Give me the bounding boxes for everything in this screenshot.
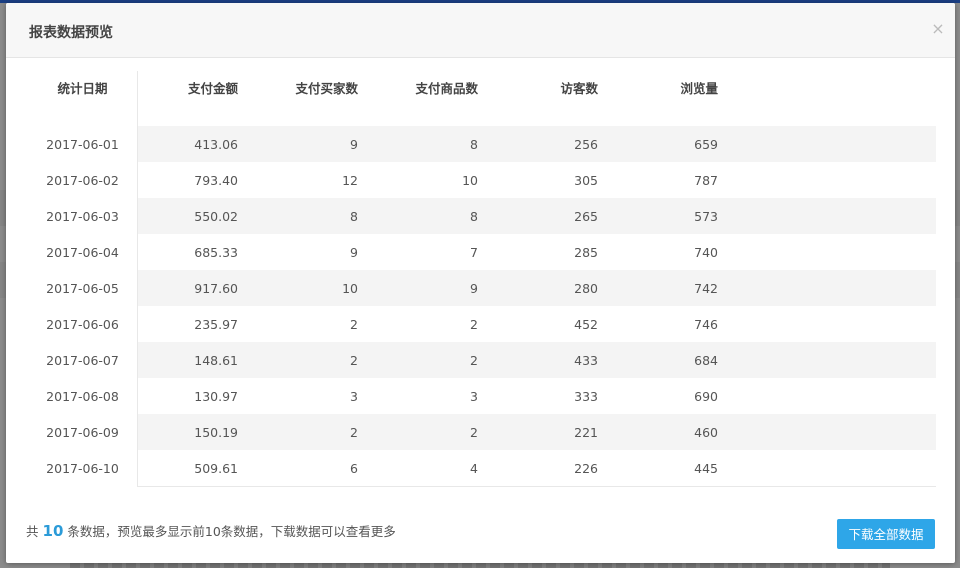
cell-buyers: 2 bbox=[350, 316, 358, 332]
table-row: 2017-06-07 148.61 2 2 433 684 bbox=[28, 342, 936, 378]
cell-date: 2017-06-02 bbox=[46, 172, 119, 188]
cell-payment-amount: 150.19 bbox=[137, 414, 238, 450]
cell-items: 7 bbox=[470, 244, 478, 260]
cell-filler bbox=[718, 450, 936, 487]
table-row: 2017-06-02 793.40 12 10 305 787 bbox=[28, 162, 936, 198]
footer-note: 共 10 条数据，预览最多显示前10条数据，下载数据可以查看更多 bbox=[26, 521, 396, 540]
cell-payment-amount: 509.61 bbox=[137, 450, 238, 487]
table-row: 2017-06-10 509.61 6 4 226 445 bbox=[28, 450, 936, 487]
cell-payment-amount: 917.60 bbox=[137, 270, 238, 306]
cell-payment-amount: 130.97 bbox=[137, 378, 238, 414]
cell-filler bbox=[718, 270, 936, 306]
cell-date: 2017-06-10 bbox=[46, 460, 119, 476]
report-table-container: 统计日期 支付金额 支付买家数 支付商品数 访客数 浏览量 2017-06-01… bbox=[28, 71, 936, 487]
download-all-button[interactable]: 下载全部数据 bbox=[837, 519, 935, 549]
header-visitors: 访客数 bbox=[560, 81, 598, 96]
cell-payment-amount: 148.61 bbox=[137, 342, 238, 378]
cell-filler bbox=[718, 234, 936, 270]
header-date: 统计日期 bbox=[57, 81, 108, 96]
cell-buyers: 10 bbox=[238, 270, 358, 306]
footer-suffix: 条数据，预览最多显示前10条数据，下载数据可以查看更多 bbox=[67, 524, 396, 539]
cell-items: 2 bbox=[470, 316, 478, 332]
table-header-row: 统计日期 支付金额 支付买家数 支付商品数 访客数 浏览量 bbox=[28, 71, 936, 126]
cell-pageviews: 690 bbox=[694, 388, 718, 404]
table-row: 2017-06-01 413.06 9 8 256 659 bbox=[28, 126, 936, 162]
table-row: 2017-06-09 150.19 2 2 221 460 bbox=[28, 414, 936, 450]
cell-pageviews: 787 bbox=[694, 172, 718, 188]
cell-buyers: 2 bbox=[238, 414, 358, 450]
cell-date: 2017-06-08 bbox=[46, 388, 119, 404]
cell-visitors: 452 bbox=[574, 316, 598, 332]
cell-items: 8 bbox=[358, 198, 478, 234]
cell-buyers: 2 bbox=[238, 342, 358, 378]
footer-prefix: 共 bbox=[26, 524, 39, 539]
cell-visitors: 280 bbox=[478, 270, 598, 306]
cell-visitors: 433 bbox=[478, 342, 598, 378]
cell-buyers: 9 bbox=[238, 126, 358, 162]
cell-visitors: 305 bbox=[574, 172, 598, 188]
cell-buyers: 12 bbox=[342, 172, 358, 188]
cell-filler bbox=[718, 414, 936, 450]
cell-date: 2017-06-06 bbox=[46, 316, 119, 332]
modal-header: 报表数据预览 × bbox=[6, 3, 955, 58]
table-row: 2017-06-03 550.02 8 8 265 573 bbox=[28, 198, 936, 234]
cell-date: 2017-06-04 bbox=[46, 244, 119, 260]
cell-pageviews: 746 bbox=[694, 316, 718, 332]
table-row: 2017-06-04 685.33 9 7 285 740 bbox=[28, 234, 936, 270]
cell-filler bbox=[718, 162, 936, 198]
cell-items: 10 bbox=[462, 172, 478, 188]
cell-visitors: 285 bbox=[574, 244, 598, 260]
cell-filler bbox=[718, 198, 936, 234]
cell-filler bbox=[718, 306, 936, 342]
cell-date: 2017-06-05 bbox=[46, 280, 119, 296]
cell-buyers: 6 bbox=[238, 450, 358, 487]
cell-pageviews: 659 bbox=[598, 126, 718, 162]
cell-visitors: 226 bbox=[478, 450, 598, 487]
cell-pageviews: 573 bbox=[598, 198, 718, 234]
cell-date: 2017-06-01 bbox=[46, 136, 119, 152]
header-payment-amount: 支付金额 bbox=[137, 71, 238, 126]
cell-buyers: 9 bbox=[350, 244, 358, 260]
cell-payment-amount: 235.97 bbox=[137, 306, 238, 342]
cell-date: 2017-06-09 bbox=[46, 424, 119, 440]
cell-items: 8 bbox=[358, 126, 478, 162]
cell-filler bbox=[718, 378, 936, 414]
cell-visitors: 256 bbox=[478, 126, 598, 162]
header-items: 支付商品数 bbox=[415, 81, 478, 96]
cell-payment-amount: 685.33 bbox=[137, 234, 238, 270]
table-row: 2017-06-05 917.60 10 9 280 742 bbox=[28, 270, 936, 306]
cell-date: 2017-06-03 bbox=[46, 208, 119, 224]
table-row: 2017-06-06 235.97 2 2 452 746 bbox=[28, 306, 936, 342]
cell-buyers: 3 bbox=[350, 388, 358, 404]
cell-filler bbox=[718, 342, 936, 378]
header-buyers: 支付买家数 bbox=[295, 81, 358, 96]
cell-payment-amount: 550.02 bbox=[137, 198, 238, 234]
cell-items: 3 bbox=[470, 388, 478, 404]
cell-items: 9 bbox=[358, 270, 478, 306]
cell-pageviews: 445 bbox=[598, 450, 718, 487]
record-count: 10 bbox=[42, 522, 64, 540]
close-icon[interactable]: × bbox=[929, 20, 947, 38]
cell-visitors: 333 bbox=[574, 388, 598, 404]
cell-payment-amount: 793.40 bbox=[137, 162, 238, 198]
cell-items: 4 bbox=[358, 450, 478, 487]
cell-date: 2017-06-07 bbox=[46, 352, 119, 368]
modal-title: 报表数据预览 bbox=[29, 25, 113, 41]
cell-pageviews: 460 bbox=[598, 414, 718, 450]
header-filler bbox=[718, 71, 936, 126]
cell-pageviews: 684 bbox=[598, 342, 718, 378]
report-table: 统计日期 支付金额 支付买家数 支付商品数 访客数 浏览量 2017-06-01… bbox=[28, 71, 936, 487]
cell-items: 2 bbox=[358, 414, 478, 450]
cell-items: 2 bbox=[358, 342, 478, 378]
table-row: 2017-06-08 130.97 3 3 333 690 bbox=[28, 378, 936, 414]
cell-buyers: 8 bbox=[238, 198, 358, 234]
report-preview-modal: 报表数据预览 × 统计日期 支付金额 支付买家数 支付商品数 访客数 浏览量 2… bbox=[6, 3, 955, 563]
cell-visitors: 221 bbox=[478, 414, 598, 450]
cell-payment-amount: 413.06 bbox=[137, 126, 238, 162]
cell-pageviews: 740 bbox=[694, 244, 718, 260]
cell-pageviews: 742 bbox=[598, 270, 718, 306]
cell-filler bbox=[718, 126, 936, 162]
header-pageviews: 浏览量 bbox=[680, 81, 718, 96]
cell-visitors: 265 bbox=[478, 198, 598, 234]
